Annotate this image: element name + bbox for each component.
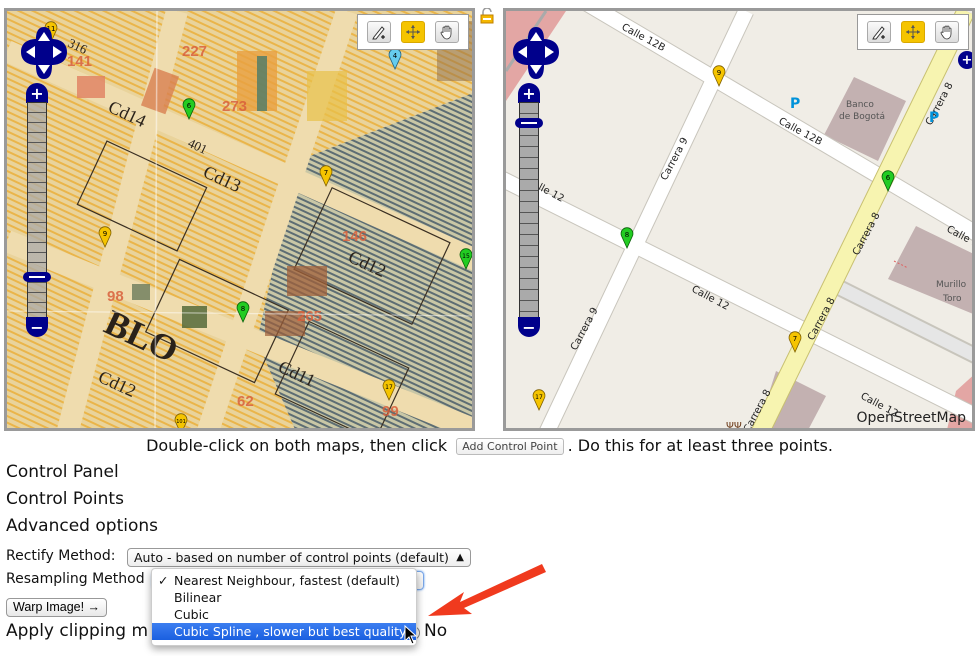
svg-text:227: 227 xyxy=(182,43,207,60)
control-point-marker[interactable]: 8 xyxy=(619,225,635,249)
option-label: Cubic xyxy=(174,607,209,622)
svg-text:6: 6 xyxy=(886,174,891,182)
rectify-method-label: Rectify Method: xyxy=(6,548,116,564)
svg-text:98: 98 xyxy=(107,288,124,305)
pencil-plus-icon xyxy=(872,26,885,40)
instructions-text-after: . Do this for at least three points. xyxy=(567,436,833,455)
openstreetmap-panel[interactable]: Calle 12B Calle 12B Calle 12 Calle 12 Ca… xyxy=(503,8,975,431)
move-tool[interactable] xyxy=(901,21,925,43)
zoom-slider-track[interactable] xyxy=(27,102,47,323)
dropdown-option-bilinear[interactable]: Bilinear xyxy=(152,589,416,606)
instructions-text-before: Double-click on both maps, then click xyxy=(146,436,448,455)
svg-text:62: 62 xyxy=(237,393,254,410)
mouse-cursor-icon xyxy=(404,625,418,645)
svg-text:Banco: Banco xyxy=(846,100,874,110)
resampling-method-label: Resampling Method xyxy=(6,571,145,587)
pan-tool[interactable] xyxy=(435,21,459,43)
map-toolbar xyxy=(857,14,969,50)
svg-text:P: P xyxy=(790,96,800,112)
control-point-marker[interactable]: 17 xyxy=(531,387,547,411)
svg-text:4: 4 xyxy=(393,52,398,60)
map-toolbar xyxy=(357,14,469,50)
zoom-slider-track[interactable] xyxy=(519,102,539,323)
svg-text:9: 9 xyxy=(103,230,107,238)
control-point-marker[interactable]: 15 xyxy=(458,246,472,270)
historical-map-panel[interactable]: Cd14 Cd13 BLO Cd12 Cd11 Cd12 316 401 265… xyxy=(4,8,475,431)
control-point-marker[interactable]: 6 xyxy=(181,96,197,120)
svg-text:7: 7 xyxy=(793,335,797,343)
move-tool[interactable] xyxy=(401,21,425,43)
svg-text:17: 17 xyxy=(385,384,393,391)
street-map-image: Calle 12B Calle 12B Calle 12 Calle 12 Ca… xyxy=(506,11,972,431)
control-point-marker[interactable]: 7 xyxy=(787,329,803,353)
control-panel-heading[interactable]: Control Panel xyxy=(6,462,119,482)
control-points-heading[interactable]: Control Points xyxy=(6,489,124,509)
svg-text:9: 9 xyxy=(717,69,721,77)
control-point-marker[interactable]: 9 xyxy=(97,224,113,248)
svg-text:8: 8 xyxy=(241,305,245,313)
control-point-marker[interactable]: 6 xyxy=(880,168,896,192)
option-label: Cubic Spline , slower but best quality xyxy=(174,624,407,639)
instructions: Double-click on both maps, then click Ad… xyxy=(0,436,979,455)
advanced-options-heading[interactable]: Advanced options xyxy=(6,516,158,536)
map-attribution[interactable]: OpenStreetMap xyxy=(857,410,966,426)
dropdown-option-cubic[interactable]: Cubic xyxy=(152,606,416,623)
svg-text:101: 101 xyxy=(176,419,186,425)
svg-text:146: 146 xyxy=(342,228,367,245)
checkmark-icon: ✓ xyxy=(158,573,169,588)
svg-text:8: 8 xyxy=(625,231,629,239)
annotation-arrow-icon xyxy=(428,564,546,616)
zoom-slider-handle[interactable] xyxy=(515,118,543,128)
rectify-method-value: Auto - based on number of control points… xyxy=(134,550,449,565)
svg-text:P: P xyxy=(929,110,939,126)
add-control-point-button[interactable]: Add Control Point xyxy=(456,438,564,455)
control-point-marker[interactable]: 9 xyxy=(711,63,727,87)
dropdown-option-cubic-spline[interactable]: Cubic Spline , slower but best quality xyxy=(152,623,416,640)
control-point-marker[interactable]: 101 xyxy=(173,411,189,428)
pan-control xyxy=(511,25,561,81)
zoom-in-button[interactable]: + xyxy=(518,83,540,103)
svg-text:17: 17 xyxy=(535,394,543,401)
svg-text:6: 6 xyxy=(187,102,192,110)
control-point-marker[interactable]: 7 xyxy=(318,163,334,187)
svg-text:Murillo: Murillo xyxy=(936,280,967,290)
zoom-slider-handle[interactable] xyxy=(23,272,51,282)
svg-text:15: 15 xyxy=(462,253,470,260)
zoom-in-button[interactable]: + xyxy=(26,83,48,103)
svg-text:141: 141 xyxy=(67,53,92,70)
clipping-label: Apply clipping m xyxy=(6,621,149,641)
dropdown-option-nearest[interactable]: ✓ Nearest Neighbour, fastest (default) xyxy=(152,572,416,589)
svg-text:273: 273 xyxy=(222,98,247,115)
control-point-marker[interactable]: 8 xyxy=(235,299,251,323)
svg-text:265: 265 xyxy=(297,308,322,325)
layer-switcher-button[interactable]: + xyxy=(958,51,972,69)
move-arrows-icon xyxy=(406,25,420,39)
pan-tool[interactable] xyxy=(935,21,959,43)
warp-image-button[interactable]: Warp Image! → xyxy=(6,598,108,617)
move-arrows-icon xyxy=(906,25,920,39)
option-label: Nearest Neighbour, fastest (default) xyxy=(174,573,400,588)
lock-icon[interactable] xyxy=(480,7,494,28)
option-label: Bilinear xyxy=(174,590,222,605)
control-point-marker[interactable]: 17 xyxy=(381,377,397,401)
add-point-tool[interactable] xyxy=(867,21,891,43)
svg-text:de Bogotá: de Bogotá xyxy=(839,112,885,122)
pencil-plus-icon xyxy=(372,26,385,40)
pan-control xyxy=(19,25,69,81)
hand-icon xyxy=(940,25,952,40)
resampling-dropdown-menu: ✓ Nearest Neighbour, fastest (default) Bi… xyxy=(151,568,417,646)
svg-text:ΨΨ: ΨΨ xyxy=(726,421,742,431)
svg-text:Toro: Toro xyxy=(942,294,962,304)
historical-map-image: Cd14 Cd13 BLO Cd12 Cd11 Cd12 316 401 265… xyxy=(7,11,472,428)
add-point-tool[interactable] xyxy=(367,21,391,43)
hand-icon xyxy=(440,25,452,40)
svg-text:7: 7 xyxy=(324,169,328,177)
svg-text:99: 99 xyxy=(382,403,399,420)
